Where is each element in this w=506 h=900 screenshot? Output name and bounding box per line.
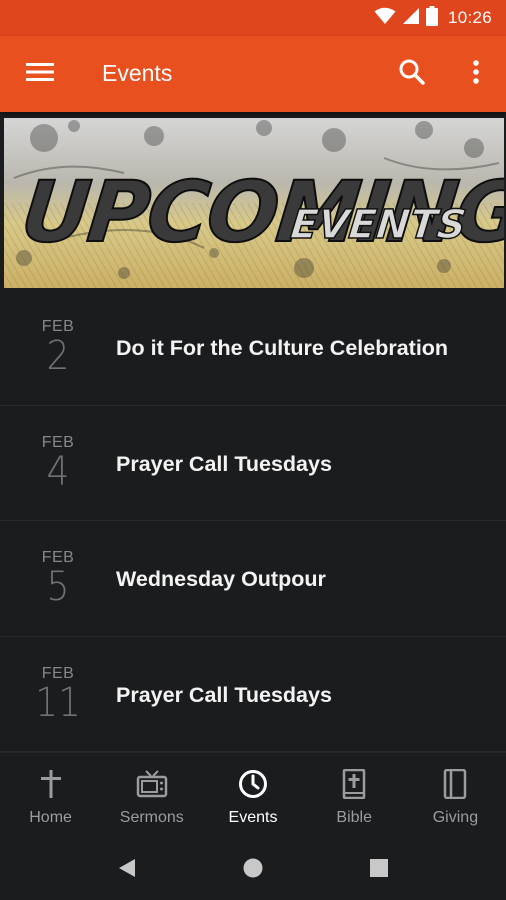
status-icons bbox=[374, 5, 438, 31]
nav-bible-label: Bible bbox=[336, 809, 372, 826]
event-list: FEB 2 Do it For the Culture Celebration … bbox=[0, 290, 506, 752]
back-icon bbox=[118, 858, 136, 883]
clock-icon bbox=[238, 769, 268, 799]
search-button[interactable] bbox=[392, 56, 432, 92]
recents-square-icon bbox=[370, 858, 388, 882]
app-bar: Events bbox=[0, 36, 506, 112]
status-time: 10:26 bbox=[447, 8, 492, 27]
banner-events-text: EVENTS bbox=[288, 202, 468, 248]
event-item[interactable]: FEB 5 Wednesday Outpour bbox=[0, 521, 506, 637]
event-item[interactable]: FEB 4 Prayer Call Tuesdays bbox=[0, 405, 506, 521]
battery-icon bbox=[425, 5, 438, 31]
event-title: Wednesday Outpour bbox=[116, 567, 326, 591]
bible-icon bbox=[342, 769, 366, 799]
signal-icon bbox=[402, 7, 420, 30]
nav-giving-label: Giving bbox=[432, 809, 479, 826]
event-item[interactable]: FEB 2 Do it For the Culture Celebration bbox=[0, 290, 506, 406]
nav-sermons-label: Sermons bbox=[119, 809, 184, 826]
event-day: 11 bbox=[35, 679, 81, 726]
nav-events-label: Events bbox=[228, 809, 278, 826]
event-day: 2 bbox=[46, 333, 70, 379]
cross-icon bbox=[40, 769, 62, 799]
recents-button[interactable] bbox=[364, 855, 394, 885]
home-circle-icon bbox=[242, 857, 264, 884]
event-item[interactable]: FEB 11 Prayer Call Tuesdays bbox=[0, 636, 506, 752]
wifi-icon bbox=[374, 7, 396, 30]
menu-button[interactable] bbox=[20, 58, 60, 90]
more-vert-icon bbox=[472, 59, 480, 90]
event-date: FEB 2 bbox=[30, 318, 86, 376]
nav-giving[interactable]: Giving bbox=[405, 753, 506, 837]
event-date: FEB 4 bbox=[30, 434, 86, 492]
giving-icon bbox=[443, 769, 467, 799]
more-options-button[interactable] bbox=[458, 56, 494, 92]
tv-icon bbox=[136, 769, 168, 799]
search-icon bbox=[398, 58, 426, 91]
system-navigation-bar bbox=[0, 837, 506, 900]
upcoming-events-banner[interactable]: UPCOMING EVENTS bbox=[4, 118, 504, 288]
page-title: Events bbox=[102, 60, 173, 86]
nav-events[interactable]: Events bbox=[202, 753, 303, 837]
event-day: 4 bbox=[46, 448, 70, 495]
nav-home-label: Home bbox=[29, 809, 72, 826]
banner-artwork: UPCOMING EVENTS bbox=[4, 120, 504, 288]
event-title: Prayer Call Tuesdays bbox=[116, 451, 332, 476]
home-system-button[interactable] bbox=[238, 855, 268, 885]
event-title: Prayer Call Tuesdays bbox=[116, 682, 332, 707]
bottom-navigation: Home Sermons Events Bible Giving bbox=[0, 752, 506, 837]
back-button[interactable] bbox=[112, 855, 142, 885]
status-bar: 10:26 bbox=[0, 0, 506, 36]
nav-bible[interactable]: Bible bbox=[304, 753, 405, 837]
event-day: 5 bbox=[46, 564, 70, 610]
event-title: Do it For the Culture Celebration bbox=[116, 336, 449, 360]
event-date: FEB 5 bbox=[30, 549, 86, 607]
event-date: FEB 11 bbox=[30, 665, 86, 723]
nav-home[interactable]: Home bbox=[0, 753, 101, 837]
nav-sermons[interactable]: Sermons bbox=[101, 753, 202, 837]
hamburger-menu-icon bbox=[26, 62, 54, 87]
